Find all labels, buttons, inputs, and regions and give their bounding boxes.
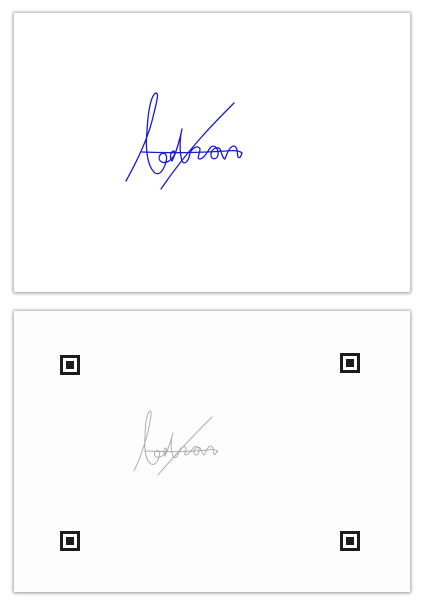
handwritten-signature-original <box>125 92 243 190</box>
scanned-signature-sheet <box>14 311 410 592</box>
original-signature-sheet <box>14 13 410 292</box>
handwritten-signature-scanned <box>133 410 219 476</box>
